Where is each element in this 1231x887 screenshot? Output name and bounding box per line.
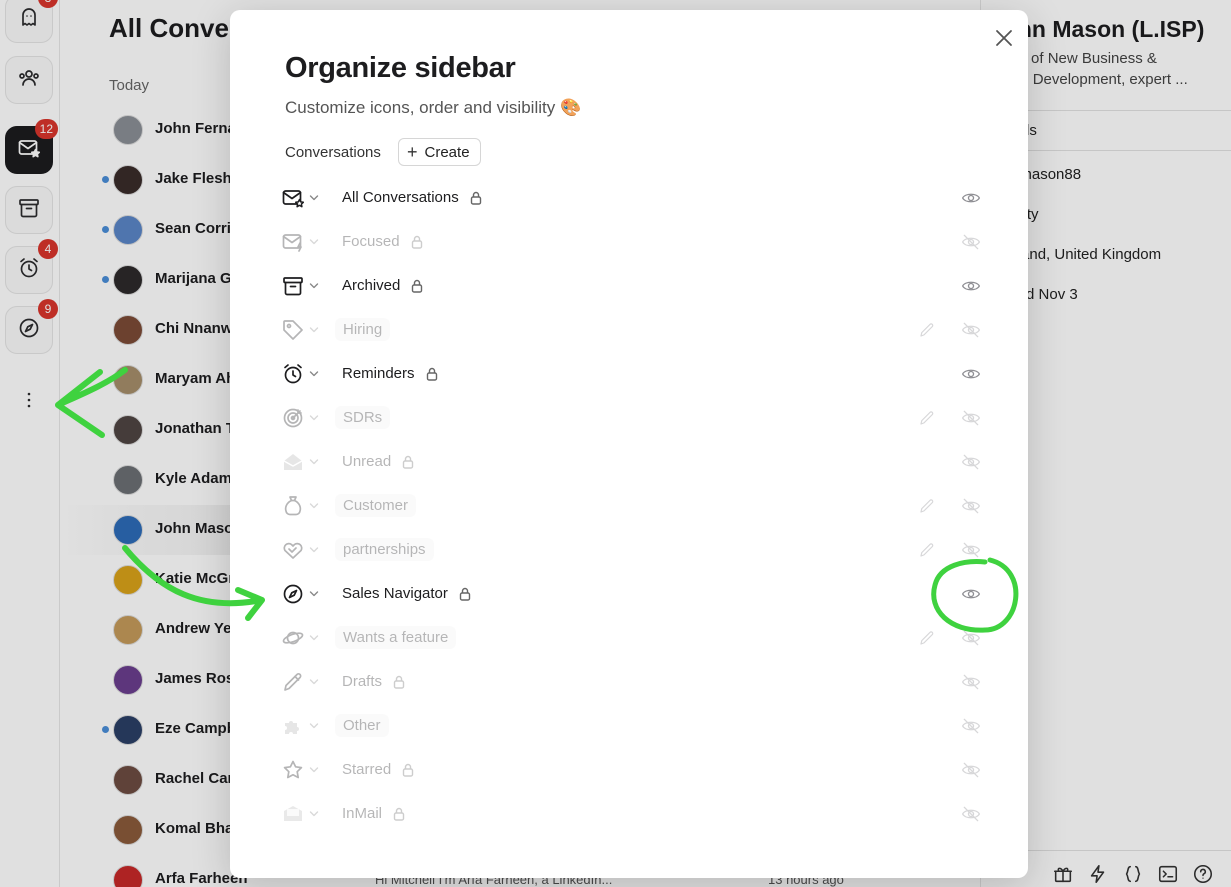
- eye-off-icon[interactable]: [960, 671, 982, 693]
- edit-pencil-icon[interactable]: [916, 495, 938, 517]
- pencil-icon[interactable]: [280, 669, 306, 695]
- sidebar-item-customer[interactable]: Customer: [280, 484, 990, 528]
- planet-icon[interactable]: [280, 625, 306, 651]
- lock-icon: [392, 806, 406, 822]
- sidebar-item-sales-navigator[interactable]: Sales Navigator: [280, 572, 990, 616]
- lock-icon: [458, 586, 472, 602]
- eye-off-icon[interactable]: [960, 715, 982, 737]
- puzzle-icon[interactable]: [280, 713, 306, 739]
- mail-star-icon[interactable]: [280, 185, 306, 211]
- chevron-down-icon[interactable]: [308, 322, 320, 338]
- sidebar-item-label: SDRs: [335, 406, 391, 429]
- chevron-down-icon[interactable]: [308, 190, 320, 206]
- chevron-down-icon[interactable]: [308, 454, 320, 470]
- eye-icon[interactable]: [960, 363, 982, 385]
- eye-off-icon[interactable]: [960, 803, 982, 825]
- sidebar-item-label: Hiring: [335, 318, 391, 341]
- lock-icon: [410, 278, 424, 294]
- edit-pencil-icon[interactable]: [916, 539, 938, 561]
- eye-off-icon[interactable]: [960, 407, 982, 429]
- inmail-icon[interactable]: [280, 801, 306, 827]
- eye-off-icon[interactable]: [960, 495, 982, 517]
- lock-icon: [410, 234, 424, 250]
- edit-pencil-icon[interactable]: [916, 627, 938, 649]
- eye-off-icon[interactable]: [960, 759, 982, 781]
- sidebar-item-inmail[interactable]: InMail: [280, 792, 990, 836]
- lock-icon: [425, 366, 439, 382]
- sidebar-item-label: Sales Navigator: [342, 585, 448, 602]
- chevron-down-icon[interactable]: [308, 366, 320, 382]
- archive-icon[interactable]: [280, 273, 306, 299]
- modal-subtitle: Customize icons, order and visibility 🎨: [285, 98, 582, 117]
- sidebar-item-partnerships[interactable]: partnerships: [280, 528, 990, 572]
- eye-icon[interactable]: [960, 275, 982, 297]
- lock-icon: [392, 674, 406, 690]
- eye-off-icon[interactable]: [960, 627, 982, 649]
- sidebar-item-drafts[interactable]: Drafts: [280, 660, 990, 704]
- chevron-down-icon[interactable]: [308, 586, 320, 602]
- target-icon[interactable]: [280, 405, 306, 431]
- compass-icon[interactable]: [280, 581, 306, 607]
- sidebar-item-label: Wants a feature: [335, 626, 457, 649]
- chevron-down-icon[interactable]: [308, 762, 320, 778]
- sidebar-item-label: Drafts: [342, 673, 383, 690]
- eye-off-icon[interactable]: [960, 539, 982, 561]
- sidebar-item-hiring[interactable]: Hiring: [280, 308, 990, 352]
- sidebar-item-all-conversations[interactable]: All Conversations: [280, 176, 990, 220]
- sidebar-item-label: Starred: [342, 761, 392, 778]
- star-icon[interactable]: [280, 757, 306, 783]
- organize-sidebar-modal: Organize sidebar Customize icons, order …: [230, 10, 1028, 878]
- chevron-down-icon[interactable]: [308, 498, 320, 514]
- chevron-down-icon[interactable]: [308, 278, 320, 294]
- envelope-open-icon[interactable]: [280, 449, 306, 475]
- close-button[interactable]: [992, 26, 1016, 50]
- sidebar-item-label: Unread: [342, 453, 392, 470]
- alarm-clock-icon[interactable]: [280, 361, 306, 387]
- chevron-down-icon[interactable]: [308, 806, 320, 822]
- plus-icon: +: [407, 142, 418, 162]
- close-icon: [996, 30, 1012, 46]
- sidebar-item-label: All Conversations: [342, 189, 459, 206]
- sidebar-item-label: Archived: [342, 277, 401, 294]
- sidebar-item-label: InMail: [342, 805, 383, 822]
- chevron-down-icon[interactable]: [308, 234, 320, 250]
- tag-icon[interactable]: [280, 317, 306, 343]
- sidebar-item-label: partnerships: [335, 538, 434, 561]
- mail-bolt-icon[interactable]: [280, 229, 306, 255]
- eye-icon[interactable]: [960, 187, 982, 209]
- chevron-down-icon[interactable]: [308, 674, 320, 690]
- lock-icon: [469, 190, 483, 206]
- eye-icon[interactable]: [960, 583, 982, 605]
- modal-title: Organize sidebar: [285, 52, 516, 84]
- eye-off-icon[interactable]: [960, 231, 982, 253]
- sidebar-item-other[interactable]: Other: [280, 704, 990, 748]
- handshake-heart-icon[interactable]: [280, 537, 306, 563]
- sidebar-item-sdrs[interactable]: SDRs: [280, 396, 990, 440]
- edit-pencil-icon[interactable]: [916, 407, 938, 429]
- lock-icon: [401, 454, 415, 470]
- sidebar-item-archived[interactable]: Archived: [280, 264, 990, 308]
- sidebar-item-label: Reminders: [342, 365, 415, 382]
- chevron-down-icon[interactable]: [308, 410, 320, 426]
- sidebar-item-wants-a-feature[interactable]: Wants a feature: [280, 616, 990, 660]
- chevron-down-icon[interactable]: [308, 630, 320, 646]
- sidebar-item-unread[interactable]: Unread: [280, 440, 990, 484]
- sidebar-item-reminders[interactable]: Reminders: [280, 352, 990, 396]
- sidebar-item-label: Other: [335, 714, 389, 737]
- edit-pencil-icon[interactable]: [916, 319, 938, 341]
- sidebar-item-label: Focused: [342, 233, 400, 250]
- chevron-down-icon[interactable]: [308, 718, 320, 734]
- eye-off-icon[interactable]: [960, 319, 982, 341]
- sidebar-item-focused[interactable]: Focused: [280, 220, 990, 264]
- money-bag-icon[interactable]: [280, 493, 306, 519]
- lock-icon: [401, 762, 415, 778]
- conversations-section-label: Conversations: [285, 144, 381, 161]
- chevron-down-icon[interactable]: [308, 542, 320, 558]
- sidebar-item-label: Customer: [335, 494, 417, 517]
- create-button-label: Create: [424, 143, 470, 161]
- create-button[interactable]: + Create: [398, 138, 481, 166]
- eye-off-icon[interactable]: [960, 451, 982, 473]
- sidebar-item-starred[interactable]: Starred: [280, 748, 990, 792]
